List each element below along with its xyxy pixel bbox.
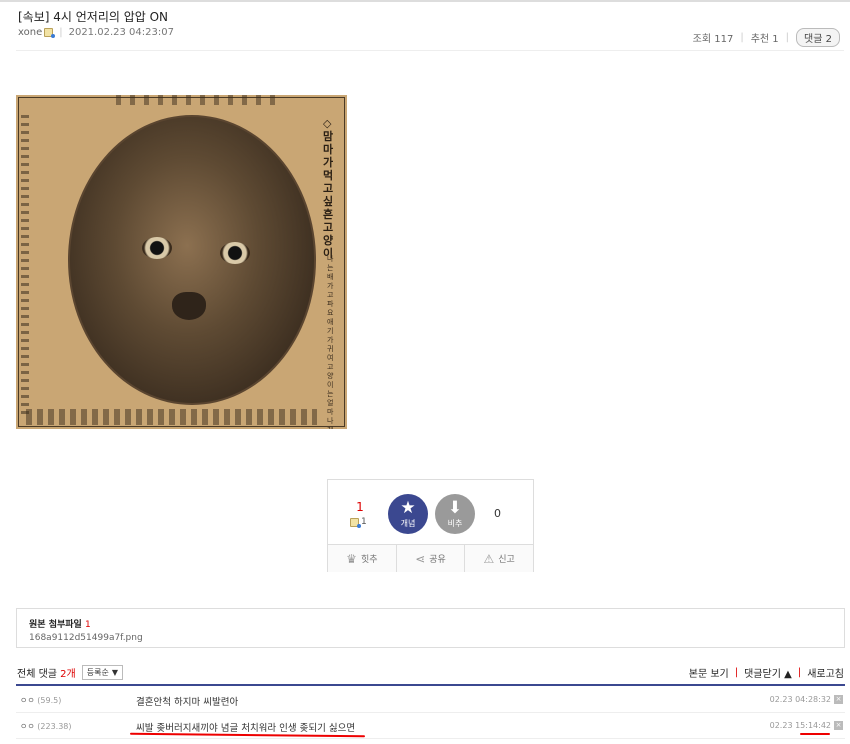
attachment-box: 원본 첨부파일 1 168a9112d51499a7f.png	[16, 608, 845, 648]
comment-nick[interactable]: ㅇㅇ (223.38)	[20, 721, 72, 732]
top-divider	[0, 0, 850, 2]
newsprint-bottom-text	[26, 409, 317, 425]
post-datetime: 2021.02.23 04:23:07	[68, 27, 174, 38]
reply-count-button[interactable]: 댓글 2	[796, 28, 840, 47]
vote-box: 1 1 ★ 개념 ⬇ 비추 0 ♛ 힛추 ⋖ 공유 ⚠ 신고	[327, 479, 534, 572]
report-button[interactable]: ⚠ 신고	[465, 545, 533, 572]
star-icon: ★	[400, 498, 416, 518]
crown-icon: ♛	[346, 551, 357, 566]
comment-nick-name: ㅇㅇ	[20, 696, 35, 705]
fold-comments-link[interactable]: 댓글닫기 ▲	[744, 665, 792, 680]
post-stats: 조회 117 | 추천 1 | 댓글 2	[693, 28, 840, 47]
downvote-label: 비추	[447, 519, 463, 528]
newsprint-headline: ◇맘마가먹고싶흔고양이	[323, 117, 334, 260]
recommend-count: 추천 1	[750, 34, 779, 45]
attachment-title: 원본 첨부파일 1	[29, 617, 832, 630]
comment-ip: (223.38)	[37, 722, 72, 731]
arrow-down-icon: ⬇	[447, 498, 463, 518]
newsprint-top-text	[116, 95, 276, 105]
cat-eye-left	[142, 237, 172, 259]
cat-photo	[68, 115, 316, 405]
header-divider	[16, 50, 844, 51]
hit-button[interactable]: ♛ 힛추	[328, 545, 397, 572]
comment-nick-name: ㅇㅇ	[20, 722, 35, 731]
newsprint-left-text	[21, 115, 29, 415]
fixed-nick-icon	[44, 28, 56, 38]
comment-total-count: 2개	[60, 669, 76, 680]
downvote-button[interactable]: ⬇ 비추	[435, 494, 475, 534]
fixed-upvote: 1	[350, 517, 367, 528]
post-image[interactable]: ◇맘마가먹고싶흔고양이 나는배가고파요애기가귀여고양이는얼마나게지!	[16, 95, 347, 429]
comment-time: 02.23 15:14:42	[769, 721, 831, 730]
comment-sort-select[interactable]: 등록순 ▼	[81, 665, 123, 680]
fixed-upvote-count: 1	[361, 517, 367, 527]
post-meta: xone | 2021.02.23 04:23:07	[18, 27, 174, 38]
delete-comment-icon[interactable]: ×	[834, 721, 843, 730]
downvote-count: 0	[494, 507, 501, 520]
attachment-count: 1	[84, 620, 91, 630]
report-label: 신고	[498, 555, 515, 565]
comment-header-divider	[16, 684, 845, 686]
hit-label: 힛추	[360, 555, 378, 565]
comment-total-label: 전체 댓글	[17, 669, 57, 680]
author-name[interactable]: xone	[18, 27, 42, 38]
refresh-link[interactable]: 새로고침	[807, 665, 844, 680]
comment-row: ㅇㅇ (59.5) 결혼안척 하지마 씨발련아 02.23 04:28:32 ×	[16, 687, 845, 713]
meta-separator: |	[59, 27, 63, 38]
upvote-count: 1	[356, 500, 364, 514]
share-icon: ⋖	[415, 551, 426, 566]
cat-nose	[172, 292, 206, 320]
comment-header-left: 전체 댓글 2개 등록순 ▼	[17, 665, 123, 680]
stats-separator: |	[740, 32, 744, 43]
newsprint-subline: 나는배가고파요애기가귀여고양이는얼마나게지!	[327, 255, 334, 429]
comment-row: ㅇㅇ (223.38) 씨발 좆버러지새끼야 념글 처치워라 인생 좆되기 싫으…	[16, 713, 845, 739]
header-separator: |	[734, 667, 739, 678]
header-separator: |	[797, 667, 802, 678]
comment-text: 씨발 좆버러지새끼야 념글 처치워라 인생 좆되기 싫으면	[136, 723, 356, 734]
delete-comment-icon[interactable]: ×	[834, 695, 843, 704]
view-count: 조회 117	[692, 34, 734, 45]
comment-text: 결혼안척 하지마 씨발련아	[136, 697, 239, 708]
comment-sort-value: 등록순	[86, 668, 109, 677]
siren-icon: ⚠	[483, 551, 495, 566]
stats-separator: |	[785, 32, 790, 43]
triangle-down-icon: ▼	[111, 668, 118, 677]
attachment-title-label: 원본 첨부파일	[29, 620, 82, 630]
view-post-link[interactable]: 본문 보기	[689, 665, 729, 680]
author-nick[interactable]: xone	[18, 27, 56, 38]
share-button[interactable]: ⋖ 공유	[397, 545, 466, 572]
red-annotation-underline	[800, 733, 830, 735]
share-label: 공유	[429, 555, 446, 565]
post-title: [속보] 4시 언저리의 압압 ON	[18, 10, 169, 24]
comment-ip: (59.5)	[37, 696, 62, 705]
comment-total: 전체 댓글 2개	[17, 665, 76, 680]
comment-nick[interactable]: ㅇㅇ (59.5)	[20, 695, 61, 706]
upvote-button[interactable]: ★ 개념	[388, 494, 428, 534]
cat-eye-right	[220, 242, 250, 264]
attachment-file-link[interactable]: 168a9112d51499a7f.png	[29, 633, 832, 643]
comment-time: 02.23 04:28:32	[769, 695, 831, 704]
comment-header-right: 본문 보기 | 댓글닫기 ▲ | 새로고침	[689, 665, 844, 680]
fold-comments-label: 댓글닫기	[744, 669, 781, 680]
upvote-label: 개념	[400, 519, 416, 528]
vote-actions: ♛ 힛추 ⋖ 공유 ⚠ 신고	[328, 544, 533, 572]
fixed-nick-icon	[350, 517, 361, 528]
triangle-up-icon: ▲	[784, 669, 792, 680]
